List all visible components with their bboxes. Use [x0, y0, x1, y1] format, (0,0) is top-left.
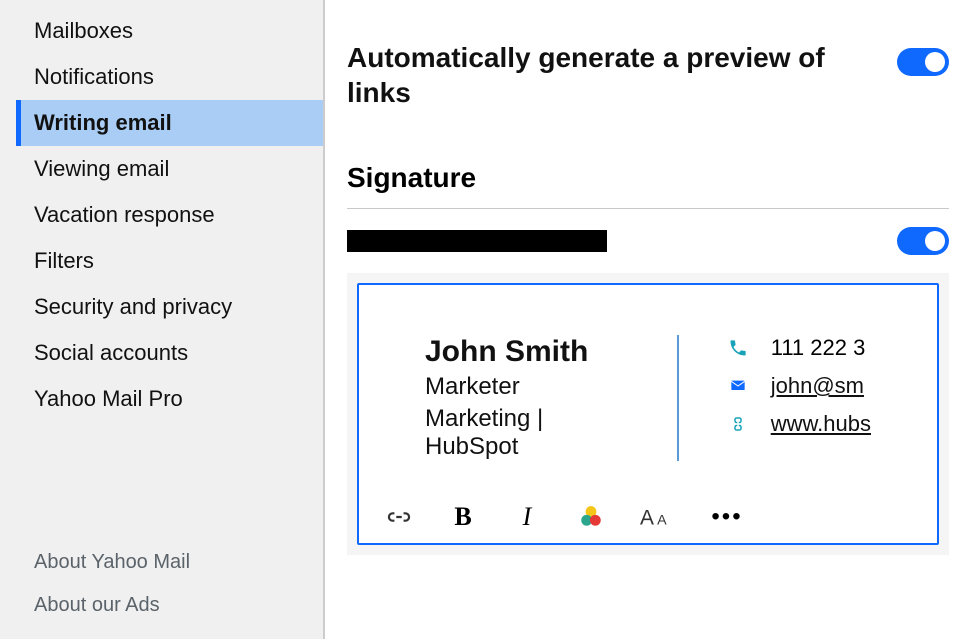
sidebar-item-filters[interactable]: Filters: [16, 238, 323, 284]
signature-org: Marketing | HubSpot: [425, 405, 629, 461]
link-icon: [727, 413, 749, 435]
signature-content: John Smith Marketer Marketing | HubSpot …: [377, 311, 919, 491]
footer-about-our-ads[interactable]: About our Ads: [34, 584, 289, 627]
signature-account-row: [347, 227, 949, 255]
account-email-redacted: [347, 230, 607, 252]
signature-identity: John Smith Marketer Marketing | HubSpot: [425, 335, 679, 461]
sidebar-item-yahoo-mail-pro[interactable]: Yahoo Mail Pro: [16, 376, 323, 422]
signature-editor: John Smith Marketer Marketing | HubSpot …: [347, 273, 949, 555]
signature-email[interactable]: john@sm: [771, 373, 864, 399]
signature-toggle[interactable]: [897, 227, 949, 255]
signature-website-row: www.hubs: [727, 411, 871, 437]
toolbar-font-button[interactable]: A A: [639, 503, 679, 531]
sidebar-footer: About Yahoo Mail About our Ads: [0, 541, 323, 639]
signature-contacts: 111 222 3 john@sm www.hubs: [727, 335, 871, 461]
signature-title: Marketer: [425, 373, 629, 401]
signature-edit-box[interactable]: John Smith Marketer Marketing | HubSpot …: [357, 283, 939, 545]
sidebar-item-writing-email[interactable]: Writing email: [16, 100, 323, 146]
settings-nav: Mailboxes Notifications Writing email Vi…: [0, 8, 323, 422]
signature-name: John Smith: [425, 335, 629, 369]
svg-text:A: A: [640, 507, 654, 529]
phone-icon: [727, 337, 749, 359]
signature-phone-row: 111 222 3: [727, 335, 871, 361]
toolbar-color-button[interactable]: [575, 503, 607, 531]
bold-icon: B: [454, 502, 471, 532]
sidebar-item-social-accounts[interactable]: Social accounts: [16, 330, 323, 376]
font-size-icon: A A: [640, 505, 678, 529]
signature-heading: Signature: [347, 162, 949, 209]
toolbar-more-button[interactable]: •••: [711, 503, 743, 531]
color-icon: [578, 504, 604, 530]
link-preview-toggle[interactable]: [897, 48, 949, 76]
sidebar-item-security-privacy[interactable]: Security and privacy: [16, 284, 323, 330]
email-icon: [727, 375, 749, 397]
sidebar-item-viewing-email[interactable]: Viewing email: [16, 146, 323, 192]
sidebar-item-mailboxes[interactable]: Mailboxes: [16, 8, 323, 54]
svg-text:A: A: [657, 513, 667, 529]
signature-email-row: john@sm: [727, 373, 871, 399]
footer-about-yahoo-mail[interactable]: About Yahoo Mail: [34, 541, 289, 584]
toolbar-italic-button[interactable]: I: [511, 503, 543, 531]
settings-main: Automatically generate a preview of link…: [325, 0, 967, 639]
signature-phone: 111 222 3: [771, 335, 866, 361]
toolbar-bold-button[interactable]: B: [447, 503, 479, 531]
sidebar-item-vacation-response[interactable]: Vacation response: [16, 192, 323, 238]
link-preview-setting: Automatically generate a preview of link…: [347, 40, 949, 110]
link-preview-label: Automatically generate a preview of link…: [347, 40, 827, 110]
more-icon: •••: [711, 503, 742, 531]
signature-toolbar: B I A A •••: [377, 491, 919, 535]
signature-website[interactable]: www.hubs: [771, 411, 871, 437]
sidebar-item-notifications[interactable]: Notifications: [16, 54, 323, 100]
settings-sidebar: Mailboxes Notifications Writing email Vi…: [0, 0, 325, 639]
italic-icon: I: [523, 502, 532, 532]
toolbar-link-button[interactable]: [383, 503, 415, 531]
